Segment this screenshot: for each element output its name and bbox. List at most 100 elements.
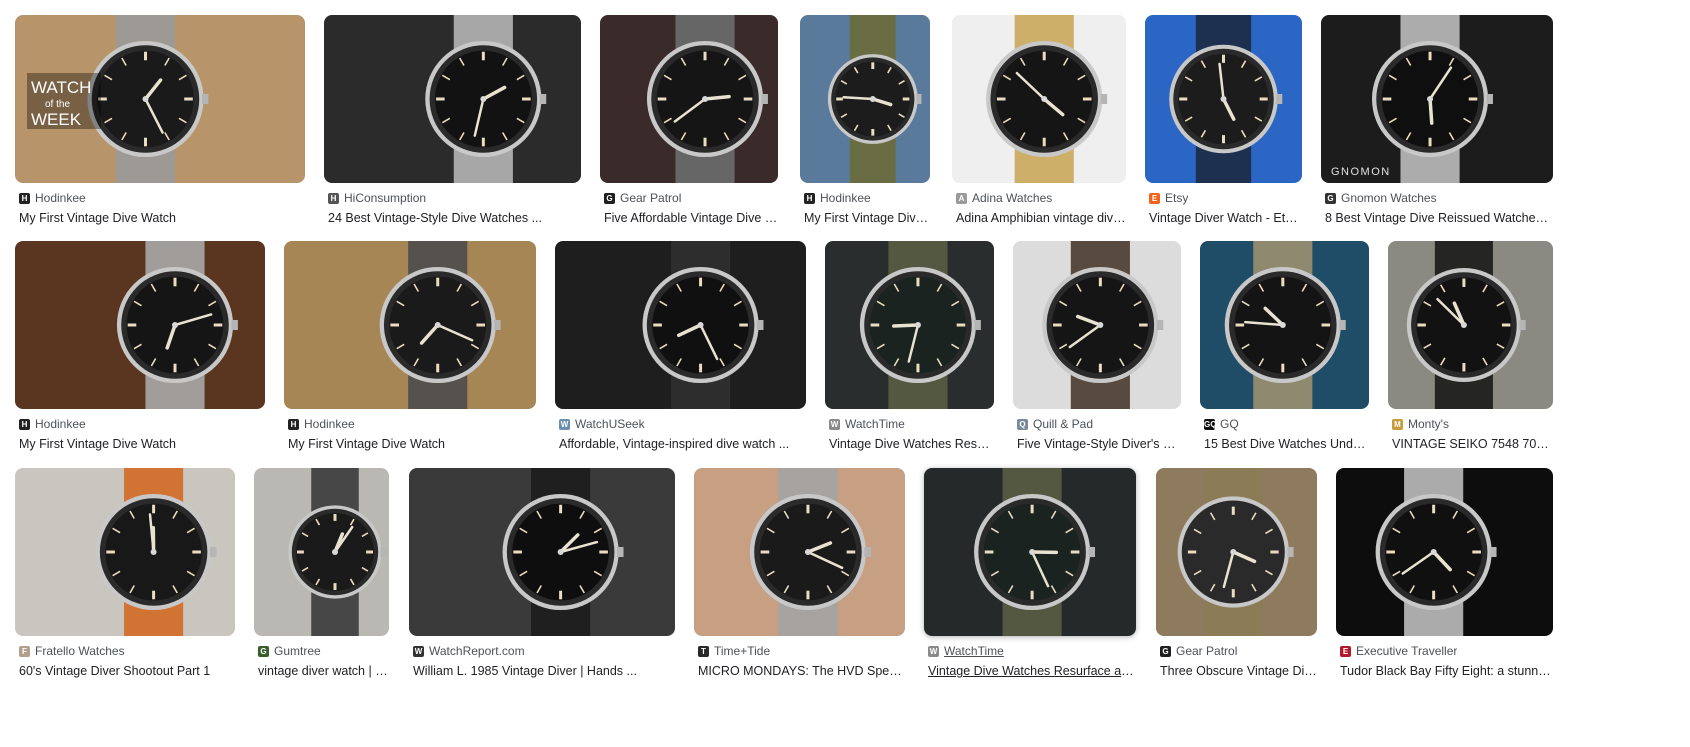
source-name[interactable]: Gear Patrol [1176, 644, 1237, 658]
result-title[interactable]: Affordable, Vintage-inspired dive watch … [559, 436, 806, 452]
result-thumbnail[interactable] [1336, 468, 1553, 636]
source-row[interactable]: T Time+Tide [698, 643, 905, 659]
source-name[interactable]: Hodinkee [35, 417, 86, 431]
source-row[interactable]: W WatchTime [829, 416, 994, 432]
result-title[interactable]: My First Vintage Dive ... [804, 210, 930, 226]
source-name[interactable]: WatchReport.com [429, 644, 525, 658]
image-result[interactable]: E Executive Traveller Tudor Black Bay Fi… [1336, 468, 1553, 692]
result-title[interactable]: Five Affordable Vintage Dive W... [604, 210, 778, 226]
result-thumbnail[interactable] [555, 241, 806, 409]
source-name[interactable]: Executive Traveller [1356, 644, 1457, 658]
result-thumbnail[interactable]: WATCH of the WEEK [15, 15, 305, 183]
result-title[interactable]: Vintage Diver Watch - Etsy ... [1149, 210, 1302, 226]
source-name[interactable]: Hodinkee [820, 191, 871, 205]
result-title[interactable]: 60's Vintage Diver Shootout Part 1 [19, 663, 235, 679]
result-title[interactable]: 24 Best Vintage-Style Dive Watches ... [328, 210, 581, 226]
source-name[interactable]: Gear Patrol [620, 191, 681, 205]
image-result[interactable]: WATCH of the WEEK H Hodinkee My First Vi… [15, 15, 305, 239]
result-thumbnail[interactable] [800, 15, 930, 183]
source-name[interactable]: WatchUSeek [575, 417, 645, 431]
image-result[interactable]: H Hodinkee My First Vintage Dive Watch [284, 241, 536, 465]
result-thumbnail[interactable] [924, 468, 1136, 636]
image-result[interactable]: W WatchTime Vintage Dive Watches Resurf.… [825, 241, 994, 465]
result-thumbnail[interactable] [694, 468, 905, 636]
source-name[interactable]: Gumtree [274, 644, 321, 658]
result-title[interactable]: William L. 1985 Vintage Diver | Hands ..… [413, 663, 675, 679]
result-thumbnail[interactable] [15, 241, 265, 409]
result-thumbnail[interactable] [952, 15, 1126, 183]
source-name[interactable]: Fratello Watches [35, 644, 125, 658]
image-result[interactable]: G Gear Patrol Three Obscure Vintage Dive… [1156, 468, 1317, 692]
source-row[interactable]: H Hodinkee [288, 416, 536, 432]
source-row[interactable]: G Gnomon Watches [1325, 190, 1553, 206]
image-result[interactable]: E Etsy Vintage Diver Watch - Etsy ... [1145, 15, 1302, 239]
result-title[interactable]: VINTAGE SEIKO 7548 7000 ... [1392, 436, 1553, 452]
image-result[interactable]: A Adina Watches Adina Amphibian vintage … [952, 15, 1126, 239]
source-name[interactable]: Monty's [1408, 417, 1449, 431]
result-thumbnail[interactable] [15, 468, 235, 636]
result-title[interactable]: My First Vintage Dive Watch [19, 436, 265, 452]
result-title[interactable]: Adina Amphibian vintage dive ... [956, 210, 1126, 226]
source-row[interactable]: F Fratello Watches [19, 643, 235, 659]
source-row[interactable]: W WatchTime [928, 643, 1136, 659]
result-title[interactable]: Five Vintage-Style Diver's Wat... [1017, 436, 1181, 452]
result-thumbnail[interactable] [254, 468, 389, 636]
image-result[interactable]: F Fratello Watches 60's Vintage Diver Sh… [15, 468, 235, 692]
source-name[interactable]: Gnomon Watches [1341, 191, 1437, 205]
image-result[interactable]: W WatchReport.com William L. 1985 Vintag… [409, 468, 675, 692]
result-thumbnail[interactable] [1200, 241, 1369, 409]
image-result[interactable]: M Monty's VINTAGE SEIKO 7548 7000 ... [1388, 241, 1553, 465]
image-result[interactable]: GQ GQ 15 Best Dive Watches Under ... [1200, 241, 1369, 465]
image-result[interactable]: W WatchTime Vintage Dive Watches Resurfa… [924, 468, 1136, 692]
result-title[interactable]: Vintage Dive Watches Resurface as S... [928, 663, 1136, 679]
result-thumbnail[interactable]: GNOMON [1321, 15, 1553, 183]
source-name[interactable]: Hodinkee [35, 191, 86, 205]
result-thumbnail[interactable] [1145, 15, 1302, 183]
image-result[interactable]: H Hodinkee My First Vintage Dive Watch [15, 241, 265, 465]
result-title[interactable]: vintage diver watch | W... [258, 663, 389, 679]
source-row[interactable]: G Gear Patrol [1160, 643, 1317, 659]
source-row[interactable]: M Monty's [1392, 416, 1553, 432]
source-row[interactable]: E Executive Traveller [1340, 643, 1553, 659]
source-row[interactable]: A Adina Watches [956, 190, 1126, 206]
source-name[interactable]: WatchTime [944, 644, 1004, 658]
source-row[interactable]: H Hodinkee [19, 416, 265, 432]
result-thumbnail[interactable] [284, 241, 536, 409]
result-title[interactable]: Three Obscure Vintage Dive ... [1160, 663, 1317, 679]
source-name[interactable]: Etsy [1165, 191, 1188, 205]
source-name[interactable]: HiConsumption [344, 191, 426, 205]
result-title[interactable]: MICRO MONDAYS: The HVD SpectreD... [698, 663, 905, 679]
result-thumbnail[interactable] [1388, 241, 1553, 409]
result-thumbnail[interactable] [825, 241, 994, 409]
image-result[interactable]: T Time+Tide MICRO MONDAYS: The HVD Spect… [694, 468, 905, 692]
source-name[interactable]: WatchTime [845, 417, 905, 431]
source-name[interactable]: Time+Tide [714, 644, 770, 658]
source-row[interactable]: E Etsy [1149, 190, 1302, 206]
image-result[interactable]: W WatchUSeek Affordable, Vintage-inspire… [555, 241, 806, 465]
result-thumbnail[interactable] [409, 468, 675, 636]
source-row[interactable]: H Hodinkee [19, 190, 305, 206]
result-title[interactable]: 15 Best Dive Watches Under ... [1204, 436, 1369, 452]
source-row[interactable]: G Gear Patrol [604, 190, 778, 206]
result-title[interactable]: 8 Best Vintage Dive Reissued Watches ... [1325, 210, 1553, 226]
image-result[interactable]: GNOMON G Gnomon Watches 8 Best Vintage D… [1321, 15, 1553, 239]
source-row[interactable]: W WatchReport.com [413, 643, 675, 659]
image-result[interactable]: Q Quill & Pad Five Vintage-Style Diver's… [1013, 241, 1181, 465]
source-row[interactable]: G Gumtree [258, 643, 389, 659]
image-result[interactable]: H Hodinkee My First Vintage Dive ... [800, 15, 930, 239]
source-row[interactable]: H HiConsumption [328, 190, 581, 206]
image-result[interactable]: G Gumtree vintage diver watch | W... [254, 468, 389, 692]
image-result[interactable]: H HiConsumption 24 Best Vintage-Style Di… [324, 15, 581, 239]
source-row[interactable]: H Hodinkee [804, 190, 930, 206]
source-row[interactable]: W WatchUSeek [559, 416, 806, 432]
source-row[interactable]: Q Quill & Pad [1017, 416, 1181, 432]
source-name[interactable]: Adina Watches [972, 191, 1052, 205]
result-title[interactable]: My First Vintage Dive Watch [288, 436, 536, 452]
result-thumbnail[interactable] [324, 15, 581, 183]
image-result[interactable]: G Gear Patrol Five Affordable Vintage Di… [600, 15, 778, 239]
result-thumbnail[interactable] [1013, 241, 1181, 409]
result-thumbnail[interactable] [1156, 468, 1317, 636]
result-title[interactable]: My First Vintage Dive Watch [19, 210, 305, 226]
result-thumbnail[interactable] [600, 15, 778, 183]
result-title[interactable]: Vintage Dive Watches Resurf... [829, 436, 994, 452]
